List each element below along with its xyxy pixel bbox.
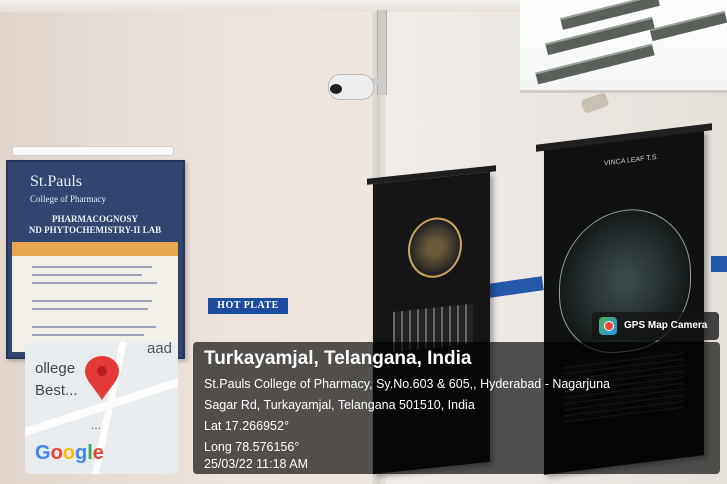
map-pin-icon <box>85 356 119 400</box>
gps-badge-label: GPS Map Camera <box>624 320 708 331</box>
map-label: ... <box>91 418 102 432</box>
longitude: Long 78.576156° <box>204 440 300 454</box>
map-label: ollege <box>35 360 76 377</box>
tube-light <box>12 146 174 156</box>
lab-board-panel-header <box>12 242 178 256</box>
board-text-line <box>32 308 148 310</box>
map-label: aad <box>147 342 173 357</box>
gps-map-camera-badge: GPS Map Camera <box>592 312 719 340</box>
board-text-line <box>32 300 152 302</box>
college-logo: St.Pauls College of Pharmacy <box>30 174 106 207</box>
lab-board-title-line2: ND PHYTOCHEMISTRY-II LAB <box>28 225 162 235</box>
board-text-line <box>32 334 144 336</box>
location-title: Turkayamjal, Telangana, India <box>204 348 472 369</box>
timestamp: 25/03/22 11:18 AM <box>204 457 309 471</box>
map-label: Best... <box>35 382 78 399</box>
college-logo-name: St.Pauls <box>30 173 83 190</box>
address-line-1: St.Pauls College of Pharmacy, Sy.No.603 … <box>204 377 611 391</box>
google-logo: Google <box>35 442 104 464</box>
address-line-2: Sagar Rd, Turkayamjal, Telangana 501510,… <box>204 398 475 412</box>
chart-section-diagram <box>408 214 462 281</box>
location-info-box: Turkayamjal, Telangana, India St.Pauls C… <box>193 342 720 474</box>
lab-board-title-line1: PHARMACOGNOSY <box>52 214 138 224</box>
lab-board: St.Pauls College of Pharmacy PHARMACOGNO… <box>6 160 185 359</box>
college-logo-sub: College of Pharmacy <box>30 194 106 204</box>
lab-board-panel <box>12 242 178 352</box>
cctv-camera-lens <box>330 84 342 94</box>
board-text-line <box>32 326 156 328</box>
map-thumbnail: ollege Best... aad ... Google <box>25 342 178 474</box>
latitude: Lat 17.266952° <box>204 419 289 433</box>
board-text-line <box>32 274 142 276</box>
lab-board-title: PHARMACOGNOSY ND PHYTOCHEMISTRY-II LAB <box>12 214 178 236</box>
chart-title: VINCA LEAF T.S. <box>604 153 659 168</box>
board-text-line <box>32 266 152 268</box>
hot-plate-sign: HOT PLATE <box>208 298 288 314</box>
wall-sign <box>711 256 727 272</box>
gps-map-camera-icon <box>599 317 617 335</box>
board-text-line <box>32 282 157 284</box>
